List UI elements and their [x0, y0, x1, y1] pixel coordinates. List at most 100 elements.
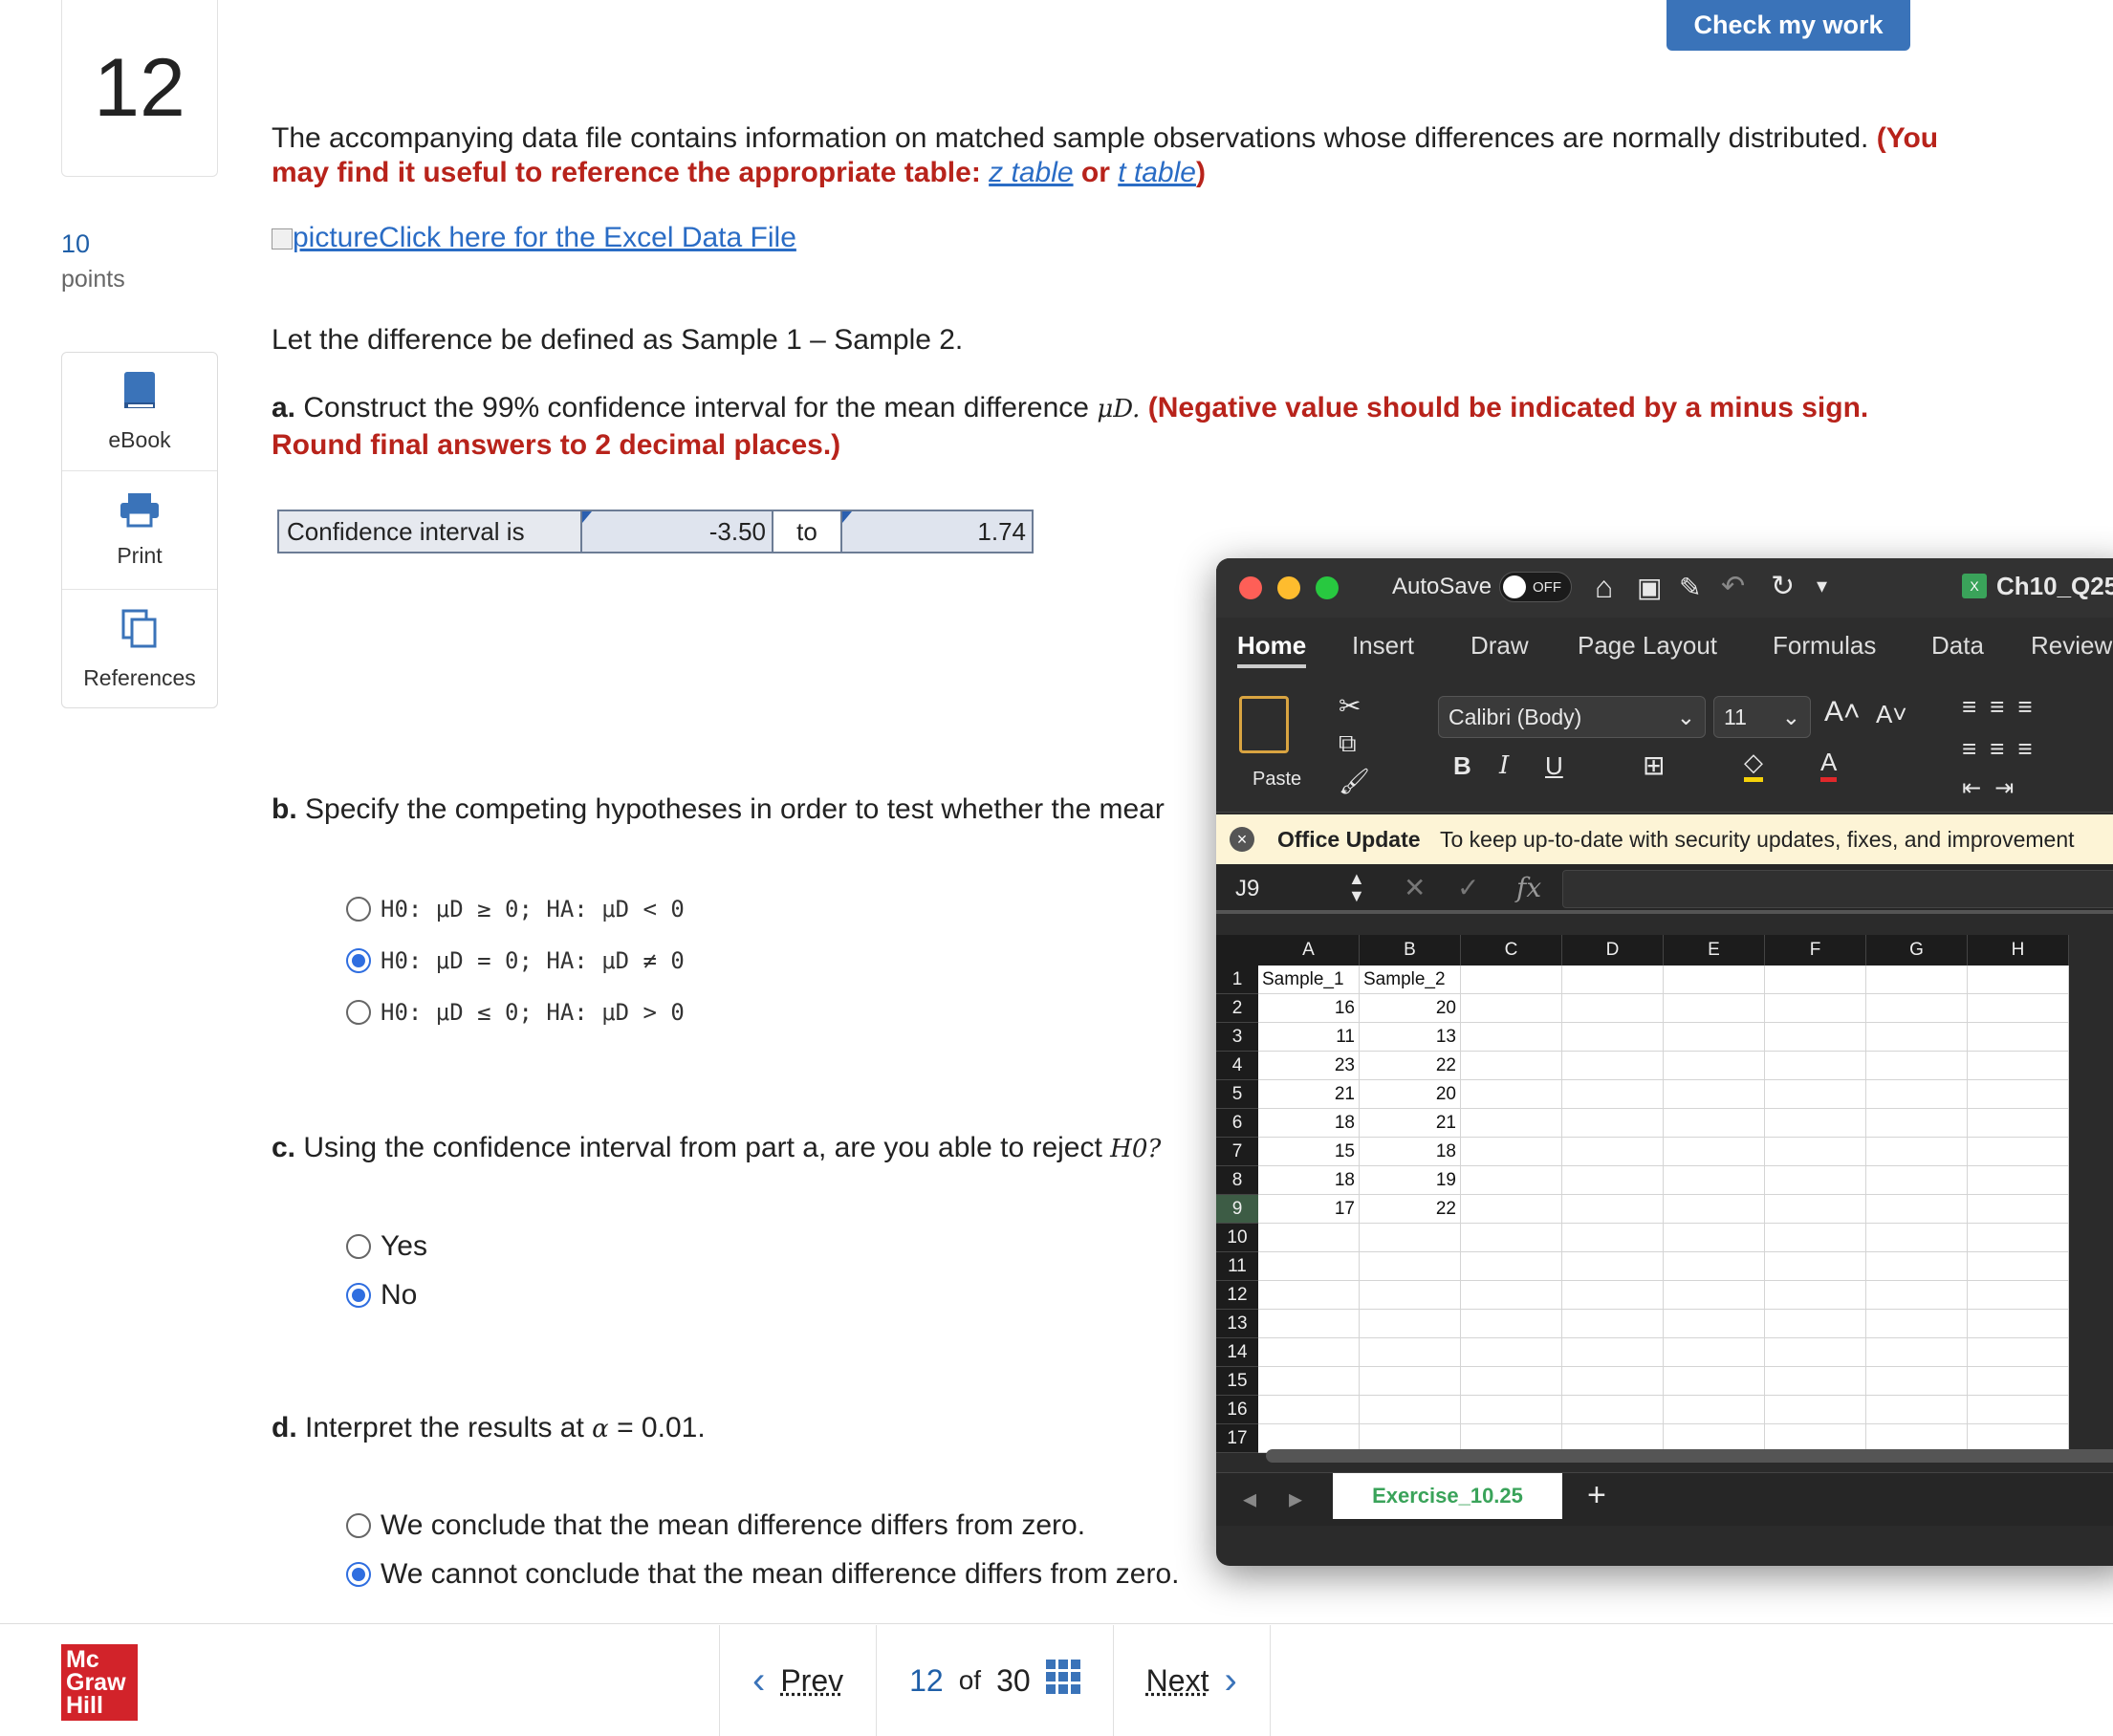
cell-E16[interactable] [1664, 1396, 1765, 1424]
cell-A8[interactable]: 18 [1258, 1166, 1360, 1195]
cell-C9[interactable] [1461, 1195, 1562, 1224]
chevron-left-icon[interactable]: ◂ [1243, 1483, 1256, 1514]
row-header[interactable]: 3 [1216, 1023, 1258, 1052]
cell-A14[interactable] [1258, 1338, 1360, 1367]
row-header[interactable]: 1 [1216, 966, 1258, 994]
cell-C16[interactable] [1461, 1396, 1562, 1424]
interpret-option-2[interactable]: We cannot conclude that the mean differe… [346, 1558, 1179, 1591]
edit-icon[interactable]: ✎ [1679, 572, 1701, 603]
cell-B2[interactable]: 20 [1360, 994, 1461, 1023]
reject-option-yes[interactable]: Yes [346, 1230, 427, 1263]
hypothesis-option-2[interactable]: H0: μD = 0; HA: μD ≠ 0 [346, 947, 685, 974]
home-icon[interactable]: ⌂ [1595, 570, 1613, 605]
cell-B4[interactable]: 22 [1360, 1052, 1461, 1080]
next-button[interactable]: Next › [1114, 1625, 1271, 1736]
cell-B9[interactable]: 22 [1360, 1195, 1461, 1224]
cell-C10[interactable] [1461, 1224, 1562, 1252]
cell-D5[interactable] [1562, 1080, 1664, 1109]
radio-button-selected[interactable] [346, 948, 371, 973]
cell-B3[interactable]: 13 [1360, 1023, 1461, 1052]
cell-H8[interactable] [1968, 1166, 2069, 1195]
cell-D7[interactable] [1562, 1138, 1664, 1166]
cell-F8[interactable] [1765, 1166, 1866, 1195]
radio-button-selected[interactable] [346, 1562, 371, 1587]
cell-D2[interactable] [1562, 994, 1664, 1023]
cell-D1[interactable] [1562, 966, 1664, 994]
minimize-window-button[interactable] [1277, 576, 1300, 599]
cell-G10[interactable] [1866, 1224, 1968, 1252]
cell-H2[interactable] [1968, 994, 2069, 1023]
row-header[interactable]: 8 [1216, 1166, 1258, 1195]
cell-H4[interactable] [1968, 1052, 2069, 1080]
cell-F13[interactable] [1765, 1310, 1866, 1338]
z-table-link[interactable]: z table [989, 157, 1073, 188]
row-header[interactable]: 4 [1216, 1052, 1258, 1080]
font-color-icon[interactable]: A [1820, 748, 1838, 782]
save-icon[interactable]: ▣ [1637, 572, 1662, 603]
cell-H11[interactable] [1968, 1252, 2069, 1281]
fx-icon[interactable]: fx [1516, 872, 1541, 903]
cell-E12[interactable] [1664, 1281, 1765, 1310]
cell-A13[interactable] [1258, 1310, 1360, 1338]
cell-C1[interactable] [1461, 966, 1562, 994]
ci-upper-input[interactable]: 1.74 [842, 511, 1032, 552]
indent-icons[interactable]: ⇤⇥ [1962, 774, 2027, 802]
row-header[interactable]: 10 [1216, 1224, 1258, 1252]
column-header[interactable]: C [1461, 935, 1562, 966]
cell-F1[interactable] [1765, 966, 1866, 994]
cell-G7[interactable] [1866, 1138, 1968, 1166]
cell-E9[interactable] [1664, 1195, 1765, 1224]
sheet-tab-exercise[interactable]: Exercise_10.25 [1333, 1473, 1562, 1519]
cell-H6[interactable] [1968, 1109, 2069, 1138]
cell-A9[interactable]: 17 [1258, 1195, 1360, 1224]
row-header[interactable]: 11 [1216, 1252, 1258, 1281]
cell-G1[interactable] [1866, 966, 1968, 994]
cell-E15[interactable] [1664, 1367, 1765, 1396]
cell-D13[interactable] [1562, 1310, 1664, 1338]
tab-review[interactable]: Review [2031, 631, 2112, 661]
undo-icon[interactable]: ↶ [1721, 570, 1745, 603]
row-header[interactable]: 14 [1216, 1338, 1258, 1367]
cell-A16[interactable] [1258, 1396, 1360, 1424]
cell-G15[interactable] [1866, 1367, 1968, 1396]
font-name-select[interactable]: Calibri (Body) ⌄ [1438, 696, 1706, 738]
cell-G2[interactable] [1866, 994, 1968, 1023]
excel-window[interactable]: AutoSave OFF ⌂ ▣ ✎ ↶ ↻ ▾ X Ch10_Q25 Home… [1216, 558, 2113, 1566]
cell-D15[interactable] [1562, 1367, 1664, 1396]
cell-E11[interactable] [1664, 1252, 1765, 1281]
paste-icon[interactable] [1239, 696, 1289, 753]
borders-icon[interactable]: ⊞ [1643, 749, 1665, 781]
font-size-select[interactable]: 11 ⌄ [1713, 696, 1811, 738]
reject-option-no[interactable]: No [346, 1279, 417, 1312]
cell-C5[interactable] [1461, 1080, 1562, 1109]
accept-formula-icon[interactable]: ✓ [1457, 872, 1479, 903]
radio-button[interactable] [346, 1234, 371, 1259]
cell-C15[interactable] [1461, 1367, 1562, 1396]
cell-C2[interactable] [1461, 994, 1562, 1023]
hypothesis-option-3[interactable]: H0: μD ≤ 0; HA: μD > 0 [346, 999, 685, 1026]
tab-data[interactable]: Data [1931, 631, 1984, 661]
cell-B16[interactable] [1360, 1396, 1461, 1424]
cell-F4[interactable] [1765, 1052, 1866, 1080]
tab-page-layout[interactable]: Page Layout [1578, 631, 1717, 661]
name-box[interactable]: J9 [1235, 876, 1259, 902]
cell-E10[interactable] [1664, 1224, 1765, 1252]
cell-H9[interactable] [1968, 1195, 2069, 1224]
page-indicator[interactable]: 12 of 30 [877, 1625, 1114, 1736]
cell-G5[interactable] [1866, 1080, 1968, 1109]
row-header[interactable]: 16 [1216, 1396, 1258, 1424]
cell-E4[interactable] [1664, 1052, 1765, 1080]
cell-D8[interactable] [1562, 1166, 1664, 1195]
cell-F16[interactable] [1765, 1396, 1866, 1424]
increase-font-icon[interactable]: A˄ [1824, 696, 1861, 728]
horizontal-scrollbar[interactable] [1266, 1449, 2113, 1463]
cell-H13[interactable] [1968, 1310, 2069, 1338]
interpret-option-1[interactable]: We conclude that the mean difference dif… [346, 1509, 1085, 1542]
cell-F2[interactable] [1765, 994, 1866, 1023]
zoom-window-button[interactable] [1316, 576, 1339, 599]
column-header[interactable]: G [1866, 935, 1968, 966]
cell-C6[interactable] [1461, 1109, 1562, 1138]
cell-G12[interactable] [1866, 1281, 1968, 1310]
cell-H3[interactable] [1968, 1023, 2069, 1052]
cell-E2[interactable] [1664, 994, 1765, 1023]
